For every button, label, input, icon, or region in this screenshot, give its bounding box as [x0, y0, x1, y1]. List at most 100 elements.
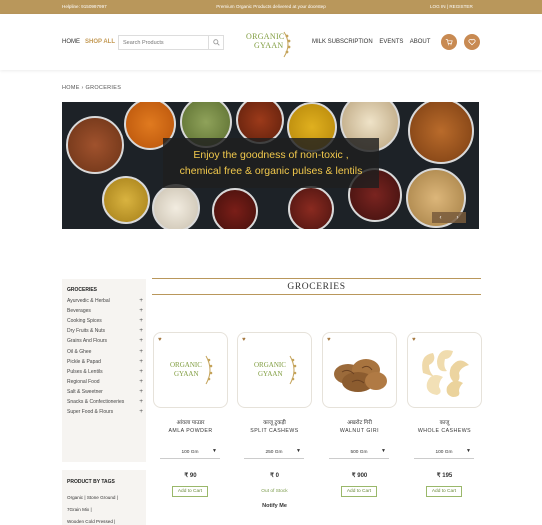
product-name-hindi[interactable]: काजू	[407, 418, 482, 426]
wishlist-heart-icon[interactable]: ♥	[242, 337, 246, 343]
nav-milk-subscription[interactable]: MILK SUBSCRIPTION	[312, 39, 373, 45]
sidebar-category-item[interactable]: Pickle & Papad +	[67, 358, 143, 369]
product-name-english[interactable]: WHOLE CASHEWS	[407, 428, 482, 434]
expand-plus-icon[interactable]: +	[139, 337, 143, 344]
product-name-english[interactable]: SPLIT CASHEWS	[237, 428, 312, 434]
logo-text-2: GYAAN	[254, 41, 284, 50]
weight-select[interactable]: 100 Gm ▼	[160, 448, 220, 459]
product-price: ₹ 0	[270, 473, 279, 479]
expand-plus-icon[interactable]: +	[139, 408, 143, 415]
product-card[interactable]: ♥	[322, 332, 397, 408]
sidebar-category-item[interactable]: Salt & Sweetner +	[67, 388, 143, 399]
sidebar-category-item[interactable]: Super Food & Flours +	[67, 408, 143, 419]
weight-value: 100 Gm	[435, 450, 453, 455]
wishlist-heart-icon[interactable]: ♥	[158, 337, 162, 343]
title-rule-top	[152, 278, 481, 279]
add-to-cart-button[interactable]: Add to Cart	[426, 486, 462, 497]
caret-down-icon: ▼	[296, 448, 301, 454]
weight-select[interactable]: 500 Gm ▼	[329, 448, 389, 459]
expand-plus-icon[interactable]: +	[139, 368, 143, 375]
nav-events[interactable]: EVENTS	[379, 39, 403, 45]
search-input[interactable]	[119, 36, 207, 49]
tag-links-3[interactable]: Wooden Cold Pressed |	[67, 519, 115, 524]
sidebar-category-label: Super Food & Flours	[67, 409, 114, 416]
search-button[interactable]	[208, 36, 223, 49]
banner-arrows: ‹ ›	[432, 212, 466, 223]
site-logo[interactable]: ORGANIC GYAAN	[244, 28, 294, 60]
cashew-image	[422, 350, 469, 397]
sidebar-category-item[interactable]: Cooking Spices +	[67, 317, 143, 328]
add-to-cart-button[interactable]: Add to Cart	[341, 486, 377, 497]
weight-value: 250 Gm	[265, 450, 283, 455]
search-box	[118, 35, 224, 50]
banner-prev-button[interactable]: ‹	[440, 215, 442, 221]
product-logo-text-2: GYAAN	[174, 370, 199, 378]
product-logo-text-1: ORGANIC	[170, 361, 202, 369]
wishlist-heart-icon[interactable]: ♥	[327, 337, 331, 343]
sidebar-category-label: Cooking Spices	[67, 318, 102, 325]
product-logo-text-1: ORGANIC	[254, 361, 286, 369]
caret-down-icon: ▼	[381, 448, 386, 454]
sidebar-category-item[interactable]: Regional Food +	[67, 378, 143, 389]
bowl-image	[288, 186, 334, 229]
product-card[interactable]: ♥ ORGANIC GYAAN	[237, 332, 312, 408]
expand-plus-icon[interactable]: +	[139, 297, 143, 304]
expand-plus-icon[interactable]: +	[139, 378, 143, 385]
product-image-logo: ORGANIC GYAAN	[166, 353, 216, 387]
sidebar-category-item[interactable]: Oil & Ghee +	[67, 348, 143, 359]
weight-value: 100 Gm	[181, 450, 199, 455]
expand-plus-icon[interactable]: +	[139, 398, 143, 405]
product-name-hindi[interactable]: अखरोट गिरी	[322, 418, 397, 426]
weight-value: 500 Gm	[350, 450, 368, 455]
sidebar-category-item[interactable]: Snacks & Confectioneries +	[67, 398, 143, 409]
expand-plus-icon[interactable]: +	[139, 388, 143, 395]
expand-plus-icon[interactable]: +	[139, 327, 143, 334]
add-to-cart-button[interactable]: Add to Cart	[172, 486, 208, 497]
expand-plus-icon[interactable]: +	[139, 348, 143, 355]
sidebar-category-label: Ayurvedic & Herbal	[67, 298, 110, 304]
product-card[interactable]: ♥	[407, 332, 482, 408]
weight-select[interactable]: 100 Gm ▼	[414, 448, 474, 459]
nav-right: MILK SUBSCRIPTION EVENTS ABOUT	[312, 39, 435, 45]
sidebar-category-label: Dry Fruits & Nuts	[67, 328, 106, 335]
weight-select[interactable]: 250 Gm ▼	[244, 448, 304, 459]
cart-button[interactable]	[441, 34, 457, 50]
tag-links-2[interactable]: 7Grain Mix |	[67, 507, 92, 512]
bowl-image	[212, 188, 258, 229]
tag-links-1[interactable]: Organic | Stone Ground |	[67, 495, 118, 500]
notify-me-button[interactable]: Notify Me	[237, 503, 312, 509]
product-price: ₹ 900	[351, 473, 368, 479]
breadcrumb: HOME › GROCERIES	[62, 85, 122, 91]
logo-text-1: ORGANIC	[246, 32, 285, 41]
search-icon	[212, 39, 220, 46]
tags-heading: PRODUCT BY TAGS	[67, 479, 115, 485]
nav-home[interactable]: HOME	[62, 39, 80, 45]
product-name-english[interactable]: AMLA POWDER	[153, 428, 228, 434]
product-name-english[interactable]: WALNUT GIRI	[322, 428, 397, 434]
sidebar-category-label: Salt & Sweetner	[67, 388, 103, 395]
caret-down-icon: ▼	[212, 448, 217, 454]
bowl-image	[152, 184, 200, 229]
product-price: ₹ 90	[184, 473, 197, 479]
section-title: GROCERIES	[287, 282, 346, 292]
sidebar-category-item[interactable]: Grains And Flours +	[67, 337, 143, 348]
sidebar-category-item[interactable]: Dry Fruits & Nuts +	[67, 327, 143, 338]
expand-plus-icon[interactable]: +	[139, 307, 143, 314]
tags-panel: PRODUCT BY TAGS Organic | Stone Ground |…	[62, 470, 146, 525]
expand-plus-icon[interactable]: +	[139, 358, 143, 365]
nav-shop-all[interactable]: SHOP ALL	[85, 39, 115, 45]
nav-about[interactable]: ABOUT	[410, 39, 431, 45]
product-price: ₹ 195	[436, 473, 453, 479]
expand-plus-icon[interactable]: +	[139, 317, 143, 324]
hero-banner: Enjoy the goodness of non-toxic , chemic…	[62, 102, 479, 229]
login-register-link[interactable]: LOG IN | REGISTER	[430, 4, 473, 9]
banner-next-button[interactable]: ›	[457, 215, 459, 221]
sidebar-category-item[interactable]: Beverages +	[67, 307, 143, 318]
sidebar-category-item[interactable]: Ayurvedic & Herbal +	[67, 297, 143, 308]
wishlist-button[interactable]	[464, 34, 480, 50]
sidebar-category-item[interactable]: Pulses & Lentils +	[67, 368, 143, 379]
product-name-hindi[interactable]: काजू टुकड़ी	[237, 418, 312, 426]
sidebar-category-label: Pulses & Lentils	[67, 368, 103, 375]
product-card[interactable]: ♥ ORGANIC GYAAN	[153, 332, 228, 408]
product-name-hindi[interactable]: आंवला पाउडर	[153, 418, 228, 426]
